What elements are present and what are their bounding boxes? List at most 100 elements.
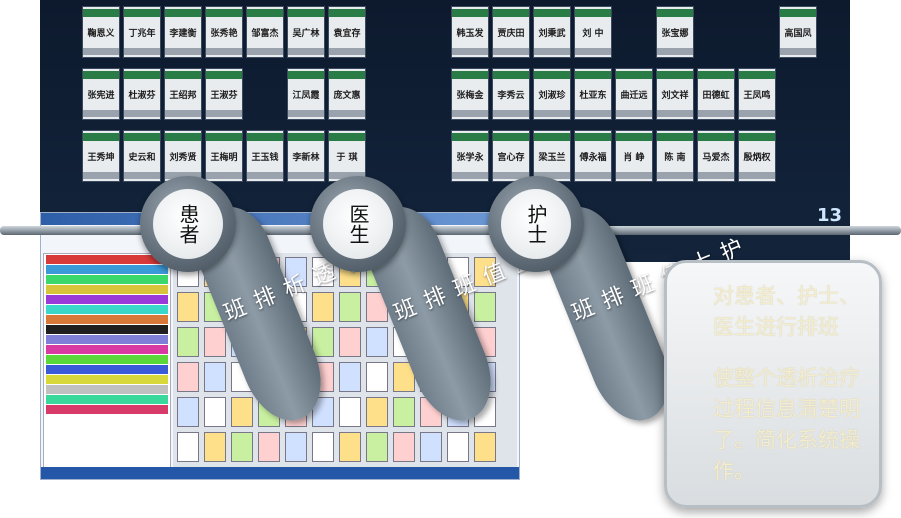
cell-status-bar [452, 71, 488, 79]
cell-footer-bar [534, 110, 570, 117]
cell-status-bar [124, 133, 160, 141]
cell-name: 王绍邦 [169, 91, 197, 101]
cell-footer-bar [288, 172, 324, 179]
schedule-cell: 殷炳权 [738, 130, 776, 182]
cell-footer-bar [698, 172, 734, 179]
cell-footer-bar [288, 110, 324, 117]
cell-name: 王秀坤 [87, 153, 115, 163]
cell-footer-bar [288, 48, 324, 55]
cell-status-bar [452, 133, 488, 141]
cell-name: 傅永福 [579, 153, 607, 163]
schedule-cell: 刘淑珍 [533, 68, 571, 120]
cell-name: 刘淑珍 [538, 91, 566, 101]
schedule-cell: 宫心存 [492, 130, 530, 182]
cell-status-bar [206, 133, 242, 141]
schedule-cell: 曲迁远 [615, 68, 653, 120]
cell-name: 吴广林 [292, 29, 320, 39]
cell-name: 袁宜存 [333, 29, 361, 39]
app-titlebar [41, 213, 519, 225]
schedule-cell: 刘秀贤 [164, 130, 202, 182]
cell-footer-bar [247, 48, 283, 55]
cell-status-bar [83, 71, 119, 79]
cell-status-bar [657, 133, 693, 141]
schedule-cell: 韩玉发 [451, 6, 489, 58]
cell-name: 鞠恩义 [87, 29, 115, 39]
cell-footer-bar [83, 110, 119, 117]
cell-name: 王梅明 [210, 153, 238, 163]
mini-schedule-cell [204, 327, 226, 357]
schedule-cell: 李秀云 [492, 68, 530, 120]
legend-stripe [46, 315, 168, 324]
tag-disc-label: 患者 [153, 189, 223, 259]
schedule-row-1: 鞠恩义 丁兆年 李建衡 张秀艳 邹富杰 吴广林 袁宜存 韩玉发 贾庆田 刘秉武 刘 中 张宝娜 高国凤 [82, 6, 817, 58]
schedule-cell: 王凤鸣 [738, 68, 776, 120]
mini-schedule-cell [447, 432, 469, 462]
tag-disc-label: 医生 [323, 189, 393, 259]
schedule-cell: 邹富杰 [246, 6, 284, 58]
cell-name: 曲迁远 [620, 91, 648, 101]
cell-status-bar [698, 71, 734, 79]
schedule-cell: 张宝娜 [656, 6, 694, 58]
cell-name: 田德虹 [702, 91, 730, 101]
schedule-cell: 张学永 [451, 130, 489, 182]
schedule-cell: 李建衡 [164, 6, 202, 58]
cell-name: 王凤鸣 [743, 91, 771, 101]
schedule-cell: 刘文祥 [656, 68, 694, 120]
cell-name: 李建衡 [169, 29, 197, 39]
cell-name: 张学永 [456, 153, 484, 163]
mini-schedule-cell [393, 397, 415, 427]
mini-schedule-cell [366, 362, 388, 392]
cell-status-bar [247, 133, 283, 141]
schedule-cell: 刘秉武 [533, 6, 571, 58]
schedule-cell: 杜淑芬 [123, 68, 161, 120]
cell-footer-bar [698, 110, 734, 117]
cell-footer-bar [206, 172, 242, 179]
cell-name: 肖 峥 [623, 153, 645, 163]
cell-status-bar [247, 9, 283, 17]
cell-footer-bar [452, 172, 488, 179]
cell-name: 杜淑芬 [128, 91, 156, 101]
schedule-cell: 庞文惠 [328, 68, 366, 120]
legend-stripe [46, 265, 168, 274]
cell-status-bar [534, 9, 570, 17]
cell-name: 王玉钱 [251, 153, 279, 163]
mini-schedule-cell [204, 362, 226, 392]
cell-footer-bar [493, 48, 529, 55]
cell-name: 殷炳权 [743, 153, 771, 163]
cell-footer-bar [493, 110, 529, 117]
cell-footer-bar [739, 172, 775, 179]
cell-footer-bar [329, 110, 365, 117]
cell-status-bar [329, 71, 365, 79]
cell-footer-bar [575, 110, 611, 117]
cell-name: 张秀艳 [210, 29, 238, 39]
cell-status-bar [534, 71, 570, 79]
cell-status-bar [657, 71, 693, 79]
cell-status-bar [534, 133, 570, 141]
legend-stripe [46, 345, 168, 354]
cell-footer-bar [534, 48, 570, 55]
cell-status-bar [124, 71, 160, 79]
cell-name: 宫心存 [497, 153, 525, 163]
schedule-cell: 杜亚东 [574, 68, 612, 120]
cell-footer-bar [124, 172, 160, 179]
cell-status-bar [698, 133, 734, 141]
cell-name: 李秀云 [497, 91, 525, 101]
cell-footer-bar [575, 172, 611, 179]
schedule-cell: 鞠恩义 [82, 6, 120, 58]
cell-footer-bar [739, 110, 775, 117]
mini-schedule-cell [339, 327, 361, 357]
cell-status-bar [575, 133, 611, 141]
cell-footer-bar [452, 48, 488, 55]
cell-name: 丁兆年 [128, 29, 156, 39]
cell-footer-bar [83, 172, 119, 179]
legend-stripe [46, 385, 168, 394]
info-card-line-2: 使整个透析治疗过程信息清楚明了。简化系统操作。 [713, 366, 860, 483]
mini-schedule-cell [231, 432, 253, 462]
legend-stripe [46, 405, 168, 414]
cell-status-bar [493, 9, 529, 17]
legend-stripe [46, 365, 168, 374]
legend-stripe [46, 395, 168, 404]
schedule-cell [369, 6, 407, 58]
cell-footer-bar [616, 172, 652, 179]
cell-name: 张宝娜 [661, 29, 689, 39]
